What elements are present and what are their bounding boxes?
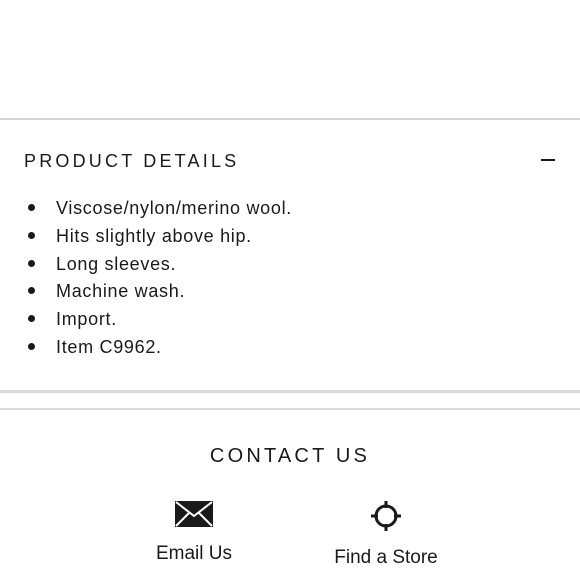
divider-bottom [0,390,580,393]
product-details-title: PRODUCT DETAILS [24,151,240,171]
list-item: Item C9962. [24,335,292,363]
top-blank-area [0,0,580,118]
crosshair-icon [371,501,401,531]
list-item: Viscose/nylon/merino wool. [24,196,292,224]
email-us-label: Email Us [155,543,232,564]
collapse-toggle-button[interactable] [538,150,560,172]
list-item: Hits slightly above hip. [24,224,292,252]
list-item: Machine wash. [24,279,292,307]
envelope-icon [175,501,213,527]
divider-contact [0,408,580,410]
product-details-list: Viscose/nylon/merino wool. Hits slightly… [24,196,292,363]
email-us-link[interactable]: Email Us [144,500,244,565]
list-item: Import. [24,307,292,335]
contact-us-title: CONTACT US [209,445,371,467]
minus-icon [541,159,555,161]
find-a-store-link[interactable]: Find a Store [326,500,446,569]
list-item: Long sleeves. [24,252,292,280]
find-a-store-label: Find a Store [334,547,438,568]
